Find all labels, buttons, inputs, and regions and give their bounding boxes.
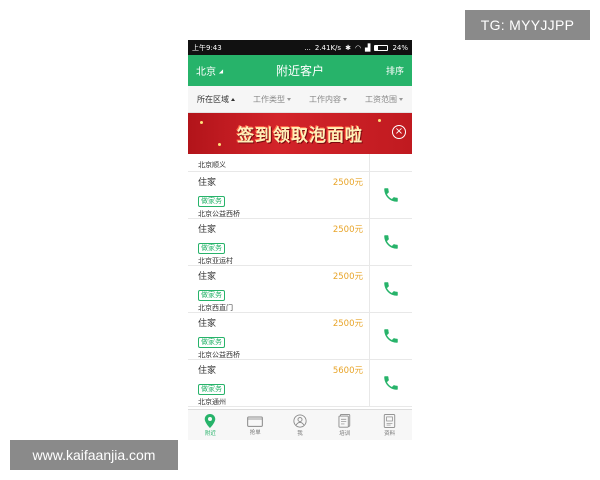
phone-icon <box>384 329 398 343</box>
row-area: 北京通州 <box>198 398 226 406</box>
bottom-tab-bar: 附近 抢单 我 培训 资料 <box>188 409 412 440</box>
caret-down-icon <box>287 97 291 101</box>
row-area: 北京公益西桥 <box>198 210 240 218</box>
battery-icon <box>374 44 389 51</box>
call-button[interactable] <box>369 219 412 265</box>
folder-icon <box>247 416 264 427</box>
customer-list: 北京顺义 住家 2500元 做家务 北京公益西桥 住家 2500元 做家务 北京… <box>188 154 412 407</box>
caret-down-icon <box>343 97 347 101</box>
filter-work-content[interactable]: 工作内容 <box>300 94 356 105</box>
filter-bar: 所在区域 工作类型 工作内容 工资范围 <box>188 86 412 113</box>
call-button[interactable] <box>369 313 412 359</box>
phone-icon <box>384 282 398 296</box>
sort-button[interactable]: 排序 <box>386 64 404 77</box>
battery-level: 24% <box>392 43 408 52</box>
filter-salary-range[interactable]: 工资范围 <box>356 94 412 105</box>
location-pin-icon <box>205 413 216 428</box>
list-item[interactable]: 住家 5600元 做家务 北京通州 <box>188 360 412 407</box>
banner-text: 签到领取泡面啦 <box>237 126 363 146</box>
list-item[interactable]: 北京顺义 <box>188 154 412 172</box>
filter-work-content-label: 工作内容 <box>309 94 341 104</box>
city-dropdown-icon <box>218 69 226 76</box>
tab-label: 附近 <box>204 430 216 437</box>
signal-icon: ▟ <box>365 43 371 52</box>
call-button[interactable] <box>369 172 412 218</box>
user-icon <box>293 413 307 428</box>
filter-work-type[interactable]: 工作类型 <box>244 94 300 105</box>
status-time: 上午9:43 <box>192 43 222 52</box>
filter-area-label: 所在区域 <box>197 94 229 104</box>
call-button[interactable] <box>369 360 412 406</box>
row-area: 北京西直门 <box>198 304 233 312</box>
watermark-bottom: www.kaifaanjia.com <box>10 440 178 470</box>
row-tag: 做家务 <box>198 290 225 301</box>
list-item[interactable]: 住家 2500元 做家务 北京西直门 <box>188 266 412 313</box>
app-header: 北京 附近客户 排序 <box>188 55 412 86</box>
status-bar: 上午9:43 ... 2.41K/s ✱ ◠ ▟ 24% <box>188 40 412 55</box>
row-price: 2500元 <box>332 178 363 188</box>
tab-label: 资料 <box>384 430 396 437</box>
phone-icon <box>384 376 398 390</box>
tab-nearby[interactable]: 附近 <box>188 410 233 440</box>
list-item[interactable]: 住家 2500元 做家务 北京公益西桥 <box>188 172 412 219</box>
row-area: 北京亚运村 <box>198 257 233 265</box>
phone-icon <box>384 235 398 249</box>
filter-salary-range-label: 工资范围 <box>365 94 397 104</box>
phone-screen: 上午9:43 ... 2.41K/s ✱ ◠ ▟ 24% 北京 附近客户 排序 … <box>188 40 412 440</box>
status-dots: ... <box>304 43 311 52</box>
document-icon <box>383 413 396 428</box>
bluetooth-icon: ✱ <box>345 43 351 52</box>
row-area: 北京顺义 <box>198 161 226 169</box>
tab-label: 我 <box>297 430 303 437</box>
watermark-top: TG: MYYJJPP <box>465 10 590 40</box>
caret-down-icon <box>399 97 403 101</box>
city-label: 北京 <box>196 67 216 78</box>
tab-grab-order[interactable]: 抢单 <box>233 410 278 440</box>
tab-label: 培训 <box>339 430 351 437</box>
row-tag: 做家务 <box>198 384 225 395</box>
call-button[interactable] <box>369 266 412 312</box>
banner-close-icon[interactable]: × <box>392 125 406 139</box>
book-icon <box>338 413 351 428</box>
tab-label: 抢单 <box>249 429 261 436</box>
filter-work-type-label: 工作类型 <box>253 94 285 104</box>
row-price: 2500元 <box>332 319 363 329</box>
row-price: 2500元 <box>332 272 363 282</box>
row-price: 2500元 <box>332 225 363 235</box>
tab-training[interactable]: 培训 <box>322 410 367 440</box>
list-item[interactable]: 住家 2500元 做家务 北京亚运村 <box>188 219 412 266</box>
banner-sparkle-icon <box>218 143 221 146</box>
phone-icon <box>384 188 398 202</box>
banner-sparkle-icon <box>200 121 203 124</box>
tab-profile[interactable]: 资料 <box>367 410 412 440</box>
row-area: 北京公益西桥 <box>198 351 240 359</box>
city-selector[interactable]: 北京 <box>196 63 226 78</box>
row-price: 5600元 <box>332 366 363 376</box>
row-tag: 做家务 <box>198 243 225 254</box>
caret-up-icon <box>231 97 235 101</box>
list-item[interactable]: 住家 2500元 做家务 北京公益西桥 <box>188 313 412 360</box>
row-tag: 做家务 <box>198 337 225 348</box>
filter-area[interactable]: 所在区域 <box>188 94 244 105</box>
tab-me[interactable]: 我 <box>278 410 323 440</box>
wifi-icon: ◠ <box>354 43 362 52</box>
banner-sparkle-icon <box>378 119 381 122</box>
row-tag: 做家务 <box>198 196 225 207</box>
network-speed: 2.41K/s <box>314 43 342 52</box>
promo-banner[interactable]: 签到领取泡面啦 × <box>188 113 412 154</box>
call-button[interactable] <box>369 154 412 171</box>
